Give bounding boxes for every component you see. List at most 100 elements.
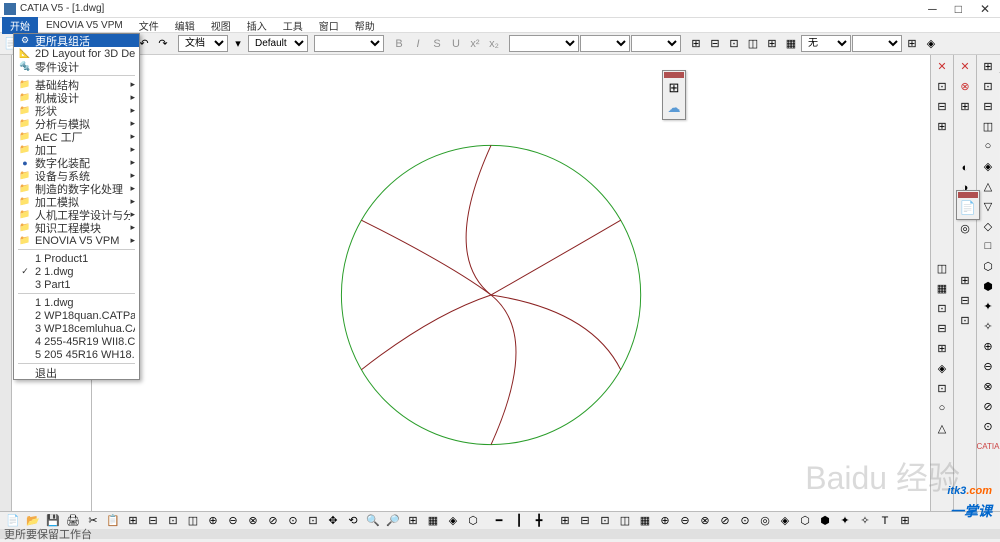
- menu-cat-enovia[interactable]: 📁ENOVIA V5 VPM▸: [14, 234, 139, 247]
- tool-icon[interactable]: ⊙: [979, 417, 997, 435]
- menu-file[interactable]: 文件: [131, 17, 167, 34]
- close-button[interactable]: ✕: [980, 2, 990, 16]
- tool-icon[interactable]: ◇: [979, 217, 997, 235]
- tool-icon[interactable]: △: [933, 419, 951, 437]
- menu-window[interactable]: 窗口: [311, 17, 347, 34]
- bold-icon[interactable]: B: [390, 35, 408, 53]
- snap-combo[interactable]: 无: [801, 35, 851, 52]
- menu-window-product1[interactable]: 1 Product1: [14, 252, 139, 265]
- maximize-button[interactable]: □: [955, 2, 962, 16]
- drawing-canvas[interactable]: ⊞ ☁ 📄: [92, 55, 930, 511]
- tool-icon[interactable]: ⬡: [464, 512, 482, 530]
- tool-icon[interactable]: ━: [490, 512, 508, 530]
- tool-icon[interactable]: ◎: [756, 512, 774, 530]
- text-icon[interactable]: T: [876, 512, 894, 530]
- tool-icon[interactable]: ⊡: [933, 77, 951, 95]
- menu-recent-3[interactable]: 3 WP18cemluhua.CATPart: [14, 322, 139, 335]
- fit-icon[interactable]: ⊡: [304, 512, 322, 530]
- menu-help[interactable]: 帮助: [347, 17, 383, 34]
- menu-edit[interactable]: 编辑: [167, 17, 203, 34]
- menu-cat-knowledgeware[interactable]: 📁知识工程模块▸: [14, 221, 139, 234]
- empty-combo[interactable]: [314, 35, 384, 52]
- menu-window-dwg[interactable]: ✓2 1.dwg: [14, 265, 139, 278]
- lineweight-combo[interactable]: [580, 35, 630, 52]
- tool-icon[interactable]: ◎: [956, 219, 974, 237]
- tool-icon[interactable]: ⊡: [596, 512, 614, 530]
- copy-icon[interactable]: 📋: [104, 512, 122, 530]
- tool-icon[interactable]: ▦: [636, 512, 654, 530]
- cloud-icon[interactable]: ☁: [664, 98, 684, 118]
- snap-icon[interactable]: ◈: [922, 35, 940, 53]
- underline-icon[interactable]: U: [447, 35, 465, 53]
- close-panel-icon[interactable]: ✕: [933, 57, 951, 75]
- tool-icon[interactable]: ⊕: [204, 512, 222, 530]
- tool-icon[interactable]: ⊗: [956, 77, 974, 95]
- tool-icon[interactable]: ╋: [530, 512, 548, 530]
- tool-icon[interactable]: ⊡: [956, 311, 974, 329]
- sheet-icon[interactable]: 📄: [958, 198, 978, 218]
- menu-start[interactable]: 开始: [2, 17, 38, 34]
- menu-tools[interactable]: 工具: [275, 17, 311, 34]
- tool-icon[interactable]: ⊗: [696, 512, 714, 530]
- pan-icon[interactable]: ✥: [324, 512, 342, 530]
- super-icon[interactable]: x²: [466, 35, 484, 53]
- tool-icon[interactable]: ⊗: [244, 512, 262, 530]
- tool-icon[interactable]: ⊟: [933, 97, 951, 115]
- tool-icon[interactable]: ✦: [836, 512, 854, 530]
- dropdown-icon[interactable]: ▾: [229, 35, 247, 53]
- dim3-icon[interactable]: ⊡: [725, 35, 743, 53]
- tool-icon[interactable]: ◈: [776, 512, 794, 530]
- dim5-icon[interactable]: ⊞: [763, 35, 781, 53]
- tool-icon[interactable]: ⊗: [979, 377, 997, 395]
- tool-icon[interactable]: ○: [979, 137, 997, 155]
- linetype-combo[interactable]: [509, 35, 579, 52]
- tool-icon[interactable]: ⊞: [979, 57, 997, 75]
- menu-insert[interactable]: 插入: [239, 17, 275, 34]
- tool-icon[interactable]: ◫: [979, 117, 997, 135]
- grid-icon[interactable]: ⊞: [903, 35, 921, 53]
- style-combo[interactable]: Default: [248, 35, 308, 52]
- tool-icon[interactable]: ⊞: [956, 97, 974, 115]
- sub-icon[interactable]: x₂: [485, 35, 503, 53]
- tool-icon[interactable]: ⊡: [164, 512, 182, 530]
- menu-exit[interactable]: 退出: [14, 366, 139, 379]
- tool-icon[interactable]: ⊘: [264, 512, 282, 530]
- rotate-icon[interactable]: ⟲: [344, 512, 362, 530]
- close-panel-icon[interactable]: ✕: [956, 57, 974, 75]
- menu-view[interactable]: 视图: [203, 17, 239, 34]
- tool-icon[interactable]: ⊡: [933, 299, 951, 317]
- tool-icon[interactable]: △: [979, 177, 997, 195]
- dim6-icon[interactable]: ▦: [782, 35, 800, 53]
- tool-icon[interactable]: ⬢: [816, 512, 834, 530]
- menu-enovia[interactable]: ENOVIA V5 VPM: [38, 19, 131, 32]
- tool-icon[interactable]: ⊡: [979, 77, 997, 95]
- tool-icon[interactable]: ⊙: [736, 512, 754, 530]
- italic-icon[interactable]: I: [409, 35, 427, 53]
- redo-icon[interactable]: ↷: [154, 35, 172, 53]
- menu-recent-1[interactable]: 1 1.dwg: [14, 296, 139, 309]
- color-combo[interactable]: [631, 35, 681, 52]
- tool-icon[interactable]: ⊞: [933, 117, 951, 135]
- tool-icon[interactable]: ⊞: [933, 339, 951, 357]
- menu-recent-4[interactable]: 4 255-45R19 WII8.CATPart: [14, 335, 139, 348]
- tool-icon[interactable]: ⊟: [979, 97, 997, 115]
- normal-view-icon[interactable]: ⊞: [404, 512, 422, 530]
- menu-item-part-design[interactable]: 🔩 零件设计: [14, 60, 139, 73]
- view-icon[interactable]: ⊞: [664, 78, 684, 98]
- unit-combo[interactable]: [852, 35, 902, 52]
- tool-icon[interactable]: ⊞: [556, 512, 574, 530]
- tool-icon[interactable]: ⊟: [956, 291, 974, 309]
- tool-icon[interactable]: ⬢: [979, 277, 997, 295]
- tool-icon[interactable]: ⊖: [224, 512, 242, 530]
- tool-icon[interactable]: ◈: [933, 359, 951, 377]
- tool-icon[interactable]: ⊞: [896, 512, 914, 530]
- tool-icon[interactable]: ✦: [979, 297, 997, 315]
- tool-icon[interactable]: ◈: [979, 157, 997, 175]
- dim4-icon[interactable]: ◫: [744, 35, 762, 53]
- zoom-in-icon[interactable]: 🔍: [364, 512, 382, 530]
- minimize-button[interactable]: ─: [928, 2, 937, 16]
- tool-icon[interactable]: ⊟: [144, 512, 162, 530]
- tool-icon[interactable]: ⬡: [796, 512, 814, 530]
- tool-icon[interactable]: ✧: [856, 512, 874, 530]
- dim1-icon[interactable]: ⊞: [687, 35, 705, 53]
